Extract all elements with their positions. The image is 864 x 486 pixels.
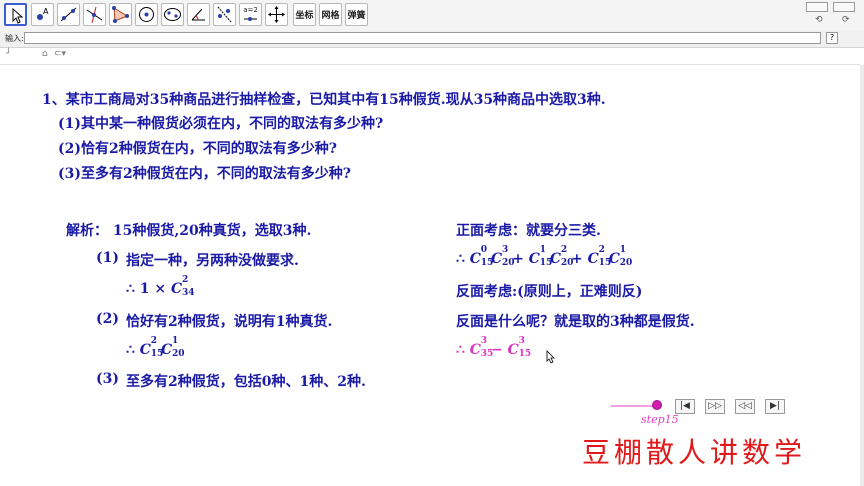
move-view-tool-icon[interactable] xyxy=(265,3,288,26)
part1-label: (1) xyxy=(96,250,119,266)
graphics-view-border xyxy=(0,64,860,65)
question-part-1: (1)其中某一种假货必须在内，不同的取法有多少种? xyxy=(58,116,384,132)
svg-text:A: A xyxy=(43,7,49,16)
part2-text: 恰好有2种假货，说明有1种真货. xyxy=(126,314,333,330)
negative-explanation: 反面是什么呢？就是取的3种都是假货. xyxy=(456,314,695,330)
positive-formula: ∴ C 0 15 C 3 20 + C 1 15 C 2 20 + C 2 15 C 1 20 xyxy=(456,245,633,268)
point-tool-icon[interactable]: A xyxy=(31,3,54,26)
input-field[interactable] xyxy=(24,32,821,44)
undo-icon[interactable]: ⟲ xyxy=(815,15,823,25)
first-step-button[interactable]: |◀ xyxy=(675,399,695,414)
side-panel-handle[interactable] xyxy=(860,65,864,486)
channel-watermark: 豆棚散人讲数学 xyxy=(582,436,807,469)
text-tool-1[interactable]: 坐标 xyxy=(293,3,316,26)
analysis-heading: 解析： 15种假货,20种真货，选取3种. xyxy=(66,223,312,239)
part1-answer: ∴ 1 × C 2 34 xyxy=(126,275,195,298)
restore-button[interactable] xyxy=(833,2,855,12)
question-part-2: (2)恰有2种假货在内，不同的取法有多少种? xyxy=(58,141,337,157)
minimize-button[interactable] xyxy=(806,2,828,12)
toolbar: A a=2 坐标 网格 弹簧 ⟲ ⟳ xyxy=(0,0,864,32)
part1-text: 指定一种，另两种没做要求. xyxy=(126,253,299,269)
c-15-0: C 0 15 xyxy=(469,245,494,268)
combination-c-20-1: C 1 20 xyxy=(160,336,185,359)
prev-step-button[interactable]: ◁◁ xyxy=(735,399,755,414)
text-tool-2[interactable]: 网格 xyxy=(319,3,342,26)
input-bar: 输入: ? xyxy=(0,31,864,48)
step-slider-track[interactable] xyxy=(611,405,657,407)
ellipse-tool-icon[interactable] xyxy=(161,3,184,26)
positive-approach: 正面考虑：就要分三类. xyxy=(456,223,601,239)
input-help-button[interactable]: ? xyxy=(826,32,838,44)
combination-c-34-2: C 2 34 xyxy=(171,275,195,298)
grid-toggle-icon[interactable]: ┘ xyxy=(6,49,11,59)
slider-tool-icon[interactable]: a=2 xyxy=(239,3,262,26)
c-20-2: C 2 20 xyxy=(549,245,574,268)
move-tool-icon[interactable] xyxy=(4,3,27,26)
negative-formula: ∴ C 3 35− C 3 15 xyxy=(456,336,532,359)
last-step-button[interactable]: ▶| xyxy=(765,399,785,414)
part3-label: (3) xyxy=(96,371,119,387)
part3-text: 至多有2种假货，包括0种、1种、2种. xyxy=(126,374,366,390)
line-tool-icon[interactable] xyxy=(57,3,80,26)
negative-approach: 反面考虑:(原则上，正难则反) xyxy=(456,284,643,300)
input-label: 输入: xyxy=(5,34,24,43)
reflect-tool-icon[interactable] xyxy=(213,3,236,26)
next-step-button[interactable]: ▷▷ xyxy=(705,399,725,414)
c-35-3: C 3 35 xyxy=(469,336,494,359)
view-menu-icon[interactable]: ⊂▾ xyxy=(54,49,66,59)
step-slider-knob[interactable] xyxy=(652,400,662,410)
perpendicular-tool-icon[interactable] xyxy=(83,3,106,26)
text-tool-3[interactable]: 弹簧 xyxy=(345,3,368,26)
circle-tool-icon[interactable] xyxy=(135,3,158,26)
polygon-tool-icon[interactable] xyxy=(109,3,132,26)
angle-tool-icon[interactable] xyxy=(187,3,210,26)
question-part-3: (3)至多有2种假货在内，不同的取法有多少种? xyxy=(58,166,351,182)
c-15-1: C 1 15 xyxy=(528,245,553,268)
c-20-3: C 3 20 xyxy=(490,245,515,268)
part2-label: (2) xyxy=(96,311,119,327)
part2-answer: ∴ C 2 15 C 1 20 xyxy=(126,336,185,359)
c-15-3: C 3 15 xyxy=(507,336,532,359)
combination-c-15-2: C 2 15 xyxy=(139,336,164,359)
mouse-pointer-icon xyxy=(546,350,555,364)
redo-icon[interactable]: ⟳ xyxy=(842,15,850,25)
home-icon[interactable]: ⌂ xyxy=(42,49,48,59)
c-20-1b: C 1 20 xyxy=(608,245,633,268)
question-title: 1、某市工商局对35种商品进行抽样检查，已知其中有15种假货.现从35种商品中选… xyxy=(42,92,606,108)
step-slider-label: step15 xyxy=(641,413,679,426)
c-15-2b: C 2 15 xyxy=(587,245,612,268)
style-bar: ┘ ⌂ ⊂▾ xyxy=(0,48,864,62)
